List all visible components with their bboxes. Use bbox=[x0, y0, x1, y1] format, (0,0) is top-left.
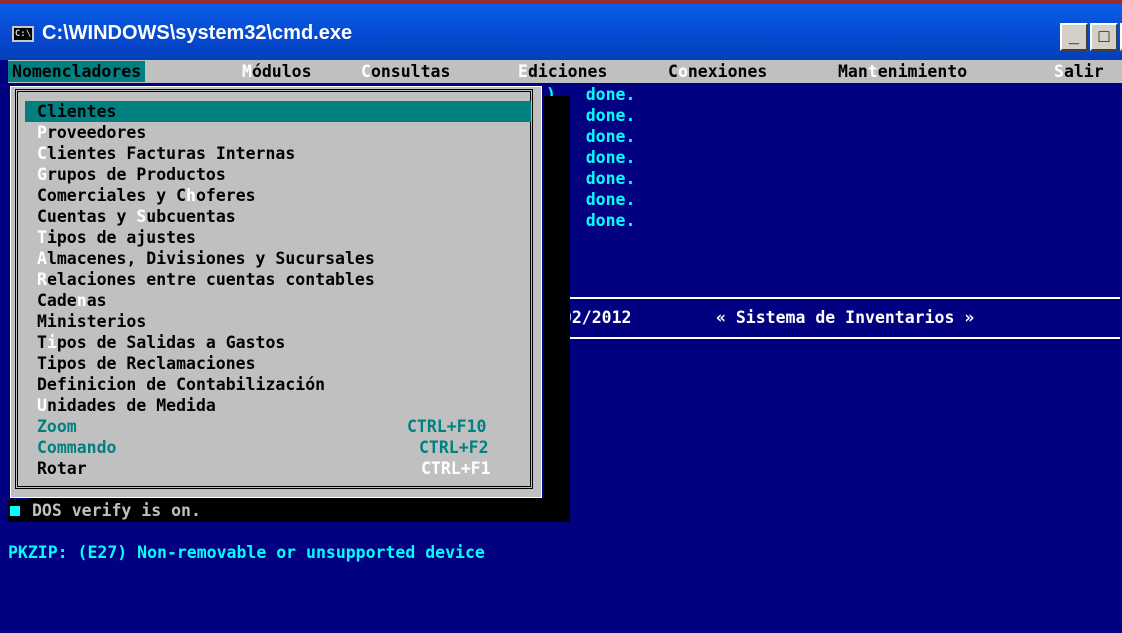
menu-item-comerciales-choferes[interactable]: Comerciales y Choferes bbox=[37, 185, 256, 206]
menu-item-tipos-salidas[interactable]: Tipos de Salidas a Gastos bbox=[37, 332, 285, 353]
menubar: Nomencladores Módulos Consultas Edicione… bbox=[8, 60, 1122, 83]
menu-ediciones[interactable]: Ediciones bbox=[518, 61, 607, 82]
cmd-icon: C:\ bbox=[12, 26, 34, 42]
menu-item-zoom[interactable]: Zoom bbox=[37, 416, 77, 437]
menu-conexiones[interactable]: Conexiones bbox=[668, 61, 767, 82]
menu-item-almacenes[interactable]: Almacenes, Divisiones y Sucursales bbox=[37, 248, 375, 269]
dos-verify-text: DOS verify is on. bbox=[32, 501, 201, 520]
window-title: C:\WINDOWS\system32\cmd.exe bbox=[42, 22, 353, 44]
maximize-button[interactable]: □ bbox=[1090, 23, 1118, 51]
nomencladores-dropdown: Clientes Proveedores Clientes Facturas I… bbox=[10, 86, 542, 498]
menu-shadow bbox=[544, 96, 570, 516]
menu-consultas[interactable]: Consultas bbox=[361, 61, 450, 82]
menu-item-commando[interactable]: Commando bbox=[37, 437, 116, 458]
menu-item-grupos-productos[interactable]: Grupos de Productos bbox=[37, 164, 226, 185]
menu-item-clientes[interactable]: Clientes bbox=[25, 101, 531, 122]
menu-salir[interactable]: Salir bbox=[1054, 61, 1104, 82]
menu-item-tipos-ajustes[interactable]: Tipos de ajustes bbox=[37, 227, 196, 248]
menu-item-tipos-reclamaciones[interactable]: Tipos de Reclamaciones bbox=[37, 353, 256, 374]
menu-item-rotar[interactable]: Rotar bbox=[37, 458, 87, 479]
menu-item-clientes-facturas[interactable]: Clientes Facturas Internas bbox=[37, 143, 295, 164]
bullet-icon bbox=[10, 506, 20, 516]
system-title: « Sistema de Inventarios » bbox=[716, 308, 975, 327]
window-titlebar[interactable]: C:\ C:\WINDOWS\system32\cmd.exe _ □ X bbox=[0, 0, 1122, 60]
pkzip-error-line: PKZIP: (E27) Non-removable or unsupporte… bbox=[8, 543, 485, 562]
system-status-box: /02/2012 « Sistema de Inventarios » bbox=[550, 297, 1120, 339]
console-area[interactable]: Nomencladores Módulos Consultas Edicione… bbox=[8, 60, 1122, 580]
shortcut-commando: CTRL+F2 bbox=[419, 438, 489, 457]
menu-nomencladores[interactable]: Nomencladores bbox=[8, 61, 146, 82]
shortcut-zoom: CTRL+F10 bbox=[407, 417, 487, 436]
menu-item-relaciones-cuentas[interactable]: Relaciones entre cuentas contables bbox=[37, 269, 375, 290]
menu-item-proveedores[interactable]: Proveedores bbox=[37, 122, 146, 143]
minimize-button[interactable]: _ bbox=[1060, 23, 1088, 51]
menu-item-contabilizacion[interactable]: Definicion de Contabilización bbox=[37, 374, 325, 395]
menu-item-ministerios[interactable]: Ministerios bbox=[37, 311, 146, 332]
dos-verify-line: DOS verify is on. bbox=[8, 500, 570, 522]
menu-item-cadenas[interactable]: Cadenas bbox=[37, 290, 107, 311]
menu-mantenimiento[interactable]: Mantenimiento bbox=[838, 61, 967, 82]
shortcut-rotar: CTRL+F1 bbox=[421, 459, 491, 478]
menu-modulos[interactable]: Módulos bbox=[242, 61, 312, 82]
menu-item-cuentas-subcuentas[interactable]: Cuentas y Subcuentas bbox=[37, 206, 236, 227]
menu-item-unidades-medida[interactable]: Unidades de Medida bbox=[37, 395, 216, 416]
